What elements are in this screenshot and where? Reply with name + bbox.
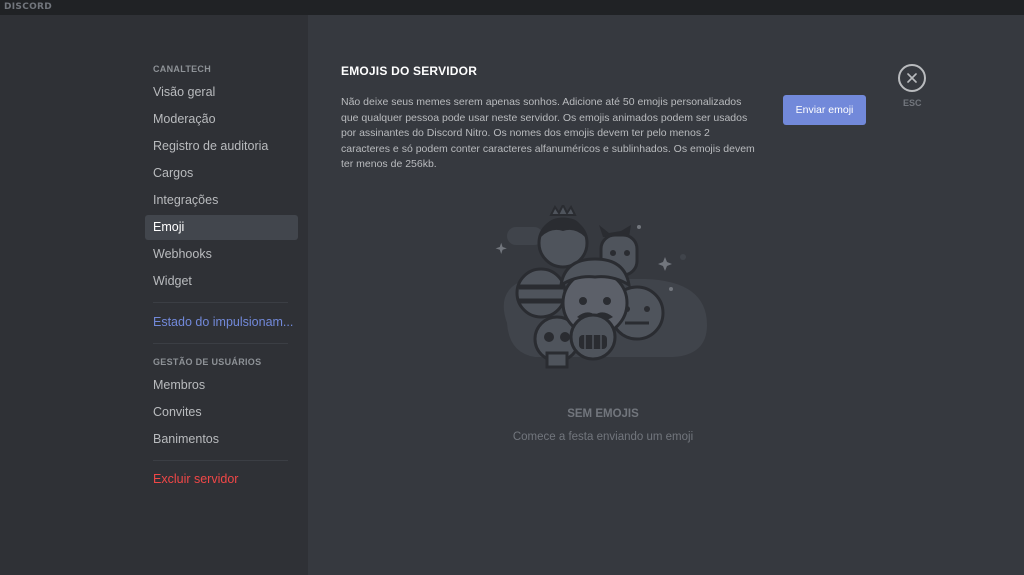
sidebar-item-webhooks[interactable]: Webhooks	[145, 242, 298, 267]
close-button[interactable]	[898, 64, 926, 92]
page-title: EMOJIS DO SERVIDOR	[341, 64, 478, 78]
user-management-header: GESTÃO DE USUÁRIOS	[153, 357, 262, 367]
sidebar-divider	[153, 343, 288, 344]
sidebar-item-widget[interactable]: Widget	[145, 269, 298, 294]
page-description: Não deixe seus memes serem apenas sonhos…	[341, 96, 755, 171]
empty-state-subtitle: Comece a festa enviando um emoji	[512, 431, 694, 443]
sidebar-item-moderation[interactable]: Moderação	[145, 107, 298, 132]
sidebar-item-delete-server[interactable]: Excluir servidor	[145, 467, 298, 492]
close-icon	[907, 73, 917, 83]
esc-label: ESC	[903, 98, 922, 108]
sidebar-item-members[interactable]: Membros	[145, 373, 298, 398]
empty-emoji-illustration-icon	[495, 205, 707, 369]
sidebar-item-audit-log[interactable]: Registro de auditoria	[145, 134, 298, 159]
empty-state-title: SEM EMOJIS	[567, 408, 639, 420]
sidebar-item-emoji[interactable]: Emoji	[145, 215, 298, 240]
sidebar-item-boost-status[interactable]: Estado do impulsionam...	[145, 310, 298, 335]
sidebar-divider	[153, 302, 288, 303]
sidebar-divider	[153, 460, 288, 461]
upload-emoji-button[interactable]: Enviar emoji	[783, 95, 866, 125]
title-bar: DISCORD	[0, 0, 1024, 15]
sidebar-item-roles[interactable]: Cargos	[145, 161, 298, 186]
sidebar-item-overview[interactable]: Visão geral	[145, 80, 298, 105]
discord-logo: DISCORD	[4, 2, 53, 12]
server-name-header: CANALTECH	[153, 64, 212, 74]
sidebar-item-integrations[interactable]: Integrações	[145, 188, 298, 213]
